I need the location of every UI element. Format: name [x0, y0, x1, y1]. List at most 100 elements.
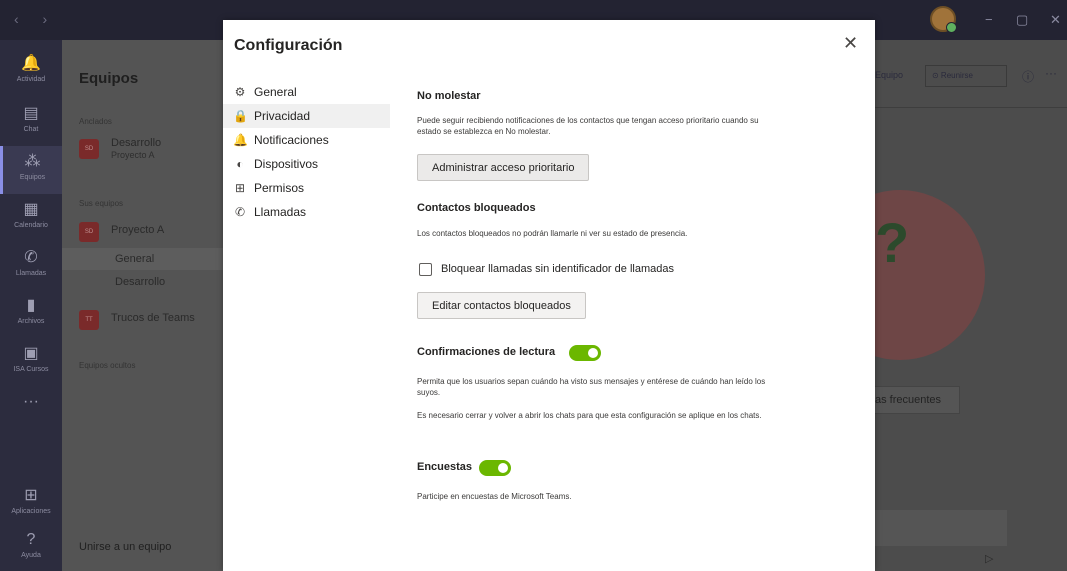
calendar-icon: ▦	[23, 201, 39, 218]
teams-icon: ⁂	[24, 153, 41, 170]
rail-item-calendario[interactable]: ▦ Calendario	[0, 194, 62, 242]
phone-icon: ✆	[24, 249, 38, 266]
blocked-contacts-description: Los contactos bloqueados no podrán llama…	[417, 229, 688, 238]
send-icon[interactable]: ▷	[985, 552, 993, 565]
back-forward-nav[interactable]: ‹ ›	[14, 11, 57, 27]
manage-priority-access-button[interactable]: Administrar acceso prioritario	[417, 154, 590, 181]
settings-nav: ⚙ General 🔒 Privacidad 🔔 Notificaciones …	[223, 80, 390, 224]
rail-label: Aplicaciones	[11, 508, 51, 515]
nav-item-label: Notificaciones	[254, 133, 329, 147]
dnd-heading: No molestar	[417, 90, 481, 102]
team-button[interactable]: Equipo	[875, 70, 903, 80]
nav-item-label: General	[254, 85, 297, 99]
rail-item-archivos[interactable]: ▮ Archivos	[0, 290, 62, 338]
rail-label: Llamadas	[15, 270, 47, 277]
team-item[interactable]: TT Trucos de Teams	[79, 306, 219, 334]
rail-item-llamadas[interactable]: ✆ Llamadas	[0, 242, 62, 290]
read-receipts-note: Es necesario cerrar y volver a abrir los…	[417, 411, 762, 420]
help-icon: ?	[26, 531, 36, 548]
dnd-description: Puede seguir recibiendo notificaciones d…	[417, 116, 759, 136]
files-icon: ▮	[26, 297, 36, 314]
more-icon[interactable]: ···	[1045, 66, 1057, 80]
info-icon[interactable]: ⓘ	[1022, 68, 1034, 85]
rail-item-more[interactable]: ···	[0, 386, 62, 434]
team-badge: SD	[79, 222, 99, 242]
surveys-heading: Encuestas	[417, 461, 473, 473]
compose-box[interactable]	[875, 510, 1007, 546]
nav-item-label: Dispositivos	[254, 157, 319, 171]
blocked-contacts-heading: Contactos bloqueados	[417, 202, 536, 214]
question-mark-illustration: ?	[875, 211, 910, 274]
hidden-teams-label[interactable]: Equipos ocultos	[79, 361, 135, 370]
close-window-icon[interactable]: ✕	[1050, 12, 1061, 28]
apps-icon: ⊞	[24, 487, 38, 504]
channel-item[interactable]: Desarrollo	[62, 271, 223, 293]
team-name: Trucos de Teams	[111, 312, 195, 324]
nav-item-label: Privacidad	[254, 109, 311, 123]
rail-label: Equipos	[19, 174, 46, 181]
team-name: Proyecto A	[111, 224, 165, 236]
rail-label: ISA Cursos	[13, 366, 49, 373]
nav-item-general[interactable]: ⚙ General	[223, 80, 390, 104]
bell-icon: 🔔	[21, 55, 41, 72]
channel-name: Desarrollo	[111, 137, 162, 149]
rail-item-app[interactable]: ▣ ISA Cursos	[0, 338, 62, 386]
channel-header: Equipo ⊙ Reunirse ⓘ ···	[875, 40, 1067, 108]
rail-item-ayuda[interactable]: ? Ayuda	[0, 524, 62, 571]
maximize-icon[interactable]: ▢	[1016, 12, 1028, 28]
join-team-button[interactable]: Unirse a un equipo	[79, 541, 171, 553]
read-receipts-heading: Confirmaciones de lectura	[417, 346, 556, 358]
minimize-icon[interactable]: −	[985, 12, 993, 27]
rail-item-chat[interactable]: ▤ Chat	[0, 98, 62, 146]
app-icon: ▣	[23, 345, 39, 362]
settings-dialog: Configuración ✕ ⚙ General 🔒 Privacidad 🔔…	[223, 20, 875, 571]
edit-blocked-contacts-button[interactable]: Editar contactos bloqueados	[417, 292, 586, 319]
nav-item-label: Llamadas	[254, 205, 307, 219]
rail-item-actividad[interactable]: 🔔 Actividad	[0, 48, 62, 96]
channel-item[interactable]: General	[62, 248, 223, 270]
block-no-caller-id-checkbox[interactable]	[419, 263, 432, 276]
team-item[interactable]: SD Proyecto A	[79, 218, 219, 246]
headset-icon: ◐	[236, 157, 244, 171]
rail-label: Actividad	[16, 76, 46, 83]
nav-item-notificaciones[interactable]: 🔔 Notificaciones	[223, 128, 390, 152]
avatar[interactable]	[930, 6, 957, 33]
read-receipts-toggle[interactable]	[569, 345, 601, 361]
lock-icon: 🔒	[233, 109, 248, 123]
close-icon[interactable]: ✕	[843, 33, 858, 54]
pinned-channel[interactable]: SD Desarrollo Proyecto A	[79, 135, 219, 163]
nav-item-dispositivos[interactable]: ◐ Dispositivos	[223, 152, 390, 176]
rail-label: Chat	[23, 126, 39, 133]
read-receipts-description: Permita que los usuarios sepan cuándo ha…	[417, 377, 766, 397]
bell-icon: 🔔	[233, 133, 248, 147]
pinned-section-label: Anclados	[79, 117, 112, 126]
app-rail: 🔔 Actividad ▤ Chat ⁂ Equipos ▦ Calendari…	[0, 40, 62, 571]
permissions-icon: ⊞	[234, 181, 246, 195]
nav-item-llamadas[interactable]: ✆ Llamadas	[223, 200, 390, 224]
rail-label: Archivos	[17, 318, 45, 325]
rail-label: Ayuda	[21, 552, 41, 559]
nav-item-privacidad[interactable]: 🔒 Privacidad	[223, 104, 390, 128]
rail-item-equipos[interactable]: ⁂ Equipos	[0, 146, 62, 194]
nav-item-label: Permisos	[254, 181, 305, 195]
gear-icon: ⚙	[234, 85, 246, 99]
meet-button[interactable]: ⊙ Reunirse	[925, 65, 1007, 87]
more-icon: ···	[23, 393, 39, 410]
nav-item-permisos[interactable]: ⊞ Permisos	[223, 176, 390, 200]
surveys-toggle[interactable]	[479, 460, 511, 476]
teams-list-panel: Equipos Anclados SD Desarrollo Proyecto …	[62, 40, 223, 571]
channel-team: Proyecto A	[111, 150, 155, 160]
your-teams-label: Sus equipos	[79, 199, 124, 208]
faq-button[interactable]: as frecuentes	[860, 386, 960, 414]
chat-icon: ▤	[23, 105, 39, 122]
teams-panel-title: Equipos	[79, 70, 139, 87]
dialog-title: Configuración	[234, 37, 343, 54]
rail-item-aplicaciones[interactable]: ⊞ Aplicaciones	[0, 480, 62, 528]
checkbox-label: Bloquear llamadas sin identificador de l…	[441, 263, 674, 275]
surveys-description: Participe en encuestas de Microsoft Team…	[417, 492, 572, 501]
team-badge: TT	[79, 310, 99, 330]
channel-area-background: Equipo ⊙ Reunirse ⓘ ··· ? as frecuentes …	[815, 40, 1067, 571]
team-badge: SD	[79, 139, 99, 159]
rail-label: Calendario	[14, 222, 48, 229]
phone-icon: ✆	[234, 205, 246, 219]
